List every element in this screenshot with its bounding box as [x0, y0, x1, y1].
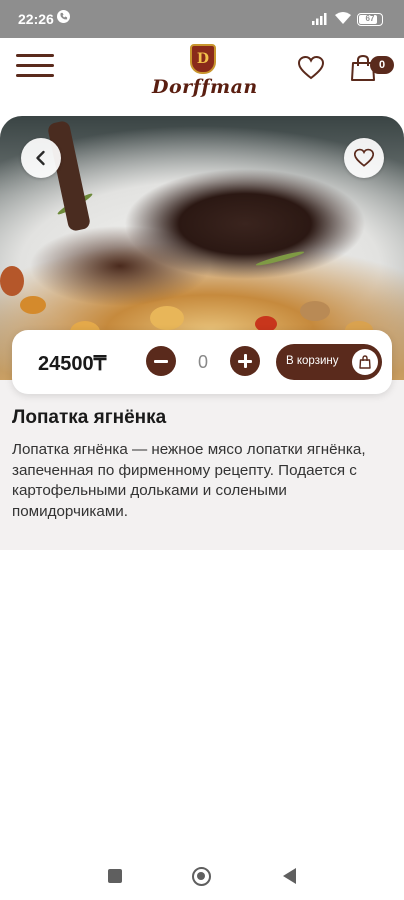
increase-quantity-button[interactable] [230, 346, 260, 376]
cart-count-badge: 0 [370, 56, 394, 74]
garnish [0, 266, 24, 296]
menu-button[interactable] [16, 54, 54, 78]
product-title: Лопатка ягнёнка [12, 407, 167, 428]
product-price: 24500₸ [38, 353, 107, 375]
add-to-cart-label: В корзину [286, 355, 339, 367]
brand-name: Dorffman [152, 76, 258, 98]
quantity-value[interactable]: 0 [182, 348, 224, 376]
home-icon[interactable] [192, 867, 211, 886]
heart-icon [297, 55, 325, 80]
menu-line [16, 74, 54, 77]
status-time: 22:26 [18, 11, 54, 27]
add-to-favorites-button[interactable] [344, 138, 384, 178]
app-header: D Dorffman 0 [0, 38, 404, 106]
shopping-bag-icon [352, 349, 378, 375]
recent-apps-icon[interactable] [108, 869, 122, 883]
call-icon [57, 10, 70, 23]
favorites-button[interactable] [297, 55, 325, 85]
signal-icon [312, 13, 327, 25]
purchase-bar: 24500₸ 0 В корзину [12, 330, 392, 394]
brand-logo[interactable]: D Dorffman [152, 44, 258, 102]
crest-icon: D [190, 44, 216, 74]
menu-line [16, 54, 54, 57]
battery-icon: 67 [357, 13, 383, 26]
wifi-icon [335, 12, 351, 24]
garnish [20, 296, 46, 314]
back-icon[interactable] [283, 868, 296, 884]
menu-line [16, 64, 54, 67]
heart-icon [354, 148, 374, 167]
chevron-left-icon [36, 150, 45, 166]
decrease-quantity-button[interactable] [146, 346, 176, 376]
herb [255, 249, 305, 268]
bone [46, 119, 92, 233]
status-bar: 22:26 67 [0, 0, 404, 38]
back-button[interactable] [21, 138, 61, 178]
system-navigation-bar [0, 852, 404, 900]
add-to-cart-button[interactable]: В корзину [276, 344, 382, 380]
garnish [300, 301, 330, 321]
garnish [150, 306, 184, 330]
product-description: Лопатка ягнёнка — нежное мясо лопатки яг… [12, 441, 366, 520]
battery-level: 67 [365, 14, 375, 23]
